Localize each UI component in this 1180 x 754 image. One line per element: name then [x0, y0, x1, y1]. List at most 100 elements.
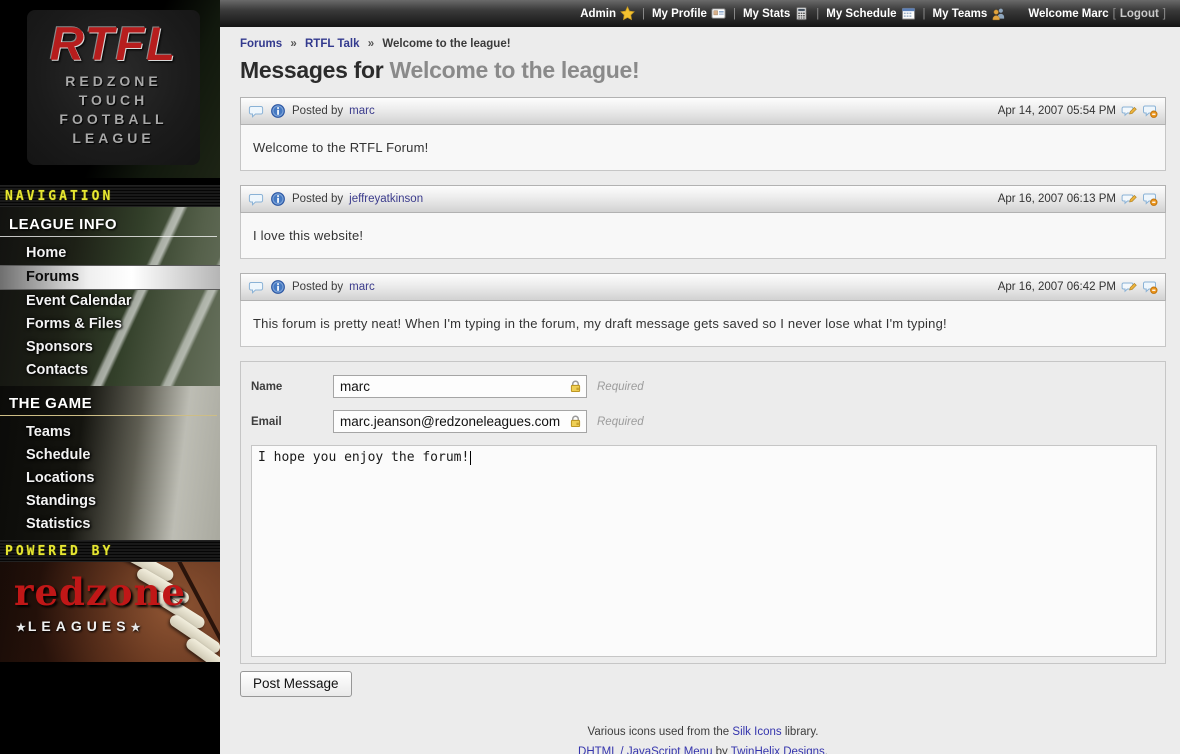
page-title-topic: Welcome to the league!	[390, 57, 640, 83]
topbar-separator: |	[923, 8, 926, 20]
breadcrumb-current: Welcome to the league!	[382, 38, 510, 50]
topbar-my-profile[interactable]: My Profile	[652, 6, 726, 21]
sidebar-item-forums[interactable]: Forums	[0, 265, 220, 290]
message-body: Welcome to the RTFL Forum!	[240, 125, 1166, 171]
delete-message-icon[interactable]	[1142, 279, 1158, 295]
page-title: Messages for Welcome to the league!	[240, 57, 1166, 84]
info-icon[interactable]	[270, 191, 286, 207]
star-icon	[620, 6, 635, 21]
message-body: I love this website!	[240, 213, 1166, 259]
text-caret	[470, 451, 471, 465]
lock-icon	[568, 414, 583, 429]
navigation-banner-label: NAVIGATION	[5, 189, 113, 204]
comment-bubble-icon	[248, 279, 264, 295]
delete-message-icon[interactable]	[1142, 103, 1158, 119]
edit-message-icon[interactable]	[1121, 103, 1137, 119]
twinhelix-link[interactable]: TwinHelix Designs	[731, 746, 825, 754]
breadcrumb-separator: »	[368, 38, 374, 50]
footer-menu-credit: DHTML / JavaScript Menu by TwinHelix Des…	[240, 742, 1166, 754]
sidebar-item-home[interactable]: Home	[0, 242, 220, 265]
sidebar-item-schedule[interactable]: Schedule	[0, 444, 220, 467]
logout-link[interactable]: Logout	[1120, 8, 1159, 20]
posted-by-label: Posted by	[292, 281, 343, 293]
topbar-separator: |	[642, 8, 645, 20]
author-link[interactable]: jeffreyatkinson	[349, 193, 423, 205]
name-input[interactable]	[333, 375, 587, 398]
breadcrumb: Forums » RTFL Talk » Welcome to the leag…	[240, 38, 1166, 50]
welcome-text: Welcome Marc	[1028, 8, 1108, 20]
topbar-admin[interactable]: Admin	[580, 6, 635, 21]
message-post: Posted by jeffreyatkinson Apr 16, 2007 0…	[240, 185, 1166, 259]
breadcrumb-rtfl-talk-link[interactable]: RTFL Talk	[305, 38, 360, 50]
sidebar-item-forms-files[interactable]: Forms & Files	[0, 313, 220, 336]
sidebar-item-teams[interactable]: Teams	[0, 421, 220, 444]
footer-icons-credit: Various icons used from the Silk Icons l…	[240, 722, 1166, 742]
topbar-my-schedule[interactable]: My Schedule	[826, 6, 915, 21]
message-header: Posted by marc Apr 14, 2007 05:54 PM	[240, 97, 1166, 125]
footer: Various icons used from the Silk Icons l…	[240, 722, 1166, 754]
lock-icon	[568, 379, 583, 394]
powered-by-label: POWERED BY	[5, 544, 113, 559]
author-link[interactable]: marc	[349, 105, 375, 117]
timestamp: Apr 16, 2007 06:42 PM	[998, 281, 1116, 293]
required-label: Required	[597, 416, 644, 428]
vcard-icon	[711, 6, 726, 21]
the-game-header: THE GAME	[0, 386, 217, 416]
email-input[interactable]	[333, 410, 587, 433]
comment-bubble-icon	[248, 191, 264, 207]
timestamp: Apr 16, 2007 06:13 PM	[998, 193, 1116, 205]
breadcrumb-forums-link[interactable]: Forums	[240, 38, 282, 50]
rtfl-logo-line: LEAGUE	[27, 129, 200, 148]
dhtml-menu-link[interactable]: DHTML / JavaScript Menu	[578, 746, 712, 754]
rtfl-logo-line: FOOTBALL	[27, 110, 200, 129]
sidebar-item-locations[interactable]: Locations	[0, 467, 220, 490]
league-info-section: LEAGUE INFO Home Forums Event Calendar F…	[0, 207, 220, 386]
sidebar-item-sponsors[interactable]: Sponsors	[0, 336, 220, 359]
topbar-my-stats[interactable]: My Stats	[743, 6, 809, 21]
message-header: Posted by marc Apr 16, 2007 06:42 PM	[240, 273, 1166, 301]
rtfl-logo-line: TOUCH	[27, 91, 200, 110]
rtfl-logo[interactable]: RTFL REDZONE TOUCH FOOTBALL LEAGUE	[27, 10, 200, 165]
redzone-leagues-logo[interactable]: redzone ★LEAGUES★	[0, 562, 220, 662]
main-content: Forums » RTFL Talk » Welcome to the leag…	[220, 27, 1180, 754]
league-info-header: LEAGUE INFO	[0, 207, 217, 237]
email-row: Email Required	[251, 410, 1159, 433]
edit-message-icon[interactable]	[1121, 191, 1137, 207]
logout-bracket: ]	[1163, 8, 1166, 20]
topbar-separator: |	[816, 8, 819, 20]
sidebar-item-standings[interactable]: Standings	[0, 490, 220, 513]
edit-message-icon[interactable]	[1121, 279, 1137, 295]
info-icon[interactable]	[270, 103, 286, 119]
name-row: Name Required	[251, 375, 1159, 398]
email-label: Email	[251, 416, 333, 428]
topbar-my-teams[interactable]: My Teams	[933, 6, 1007, 21]
logout-bracket: [	[1113, 8, 1116, 20]
sidebar: RTFL REDZONE TOUCH FOOTBALL LEAGUE NAVIG…	[0, 0, 220, 754]
comment-bubble-icon	[248, 103, 264, 119]
rtfl-logo-line: REDZONE	[27, 72, 200, 91]
required-label: Required	[597, 381, 644, 393]
breadcrumb-separator: »	[290, 38, 296, 50]
message-post: Posted by marc Apr 16, 2007 06:42 PM Thi…	[240, 273, 1166, 347]
post-message-button[interactable]: Post Message	[240, 671, 352, 697]
sidebar-item-event-calendar[interactable]: Event Calendar	[0, 290, 220, 313]
leagues-brand-text: ★LEAGUES★	[16, 618, 142, 634]
posted-by-label: Posted by	[292, 105, 343, 117]
sidebar-item-statistics[interactable]: Statistics	[0, 513, 220, 536]
posted-by-label: Posted by	[292, 193, 343, 205]
the-game-section: THE GAME Teams Schedule Locations Standi…	[0, 386, 220, 540]
sidebar-item-contacts[interactable]: Contacts	[0, 359, 220, 382]
delete-message-icon[interactable]	[1142, 191, 1158, 207]
silk-icons-link[interactable]: Silk Icons	[732, 726, 781, 738]
author-link[interactable]: marc	[349, 281, 375, 293]
info-icon[interactable]	[270, 279, 286, 295]
powered-by-banner: POWERED BY	[0, 540, 220, 562]
topbar-separator: |	[733, 8, 736, 20]
timestamp: Apr 14, 2007 05:54 PM	[998, 105, 1116, 117]
calculator-icon	[794, 6, 809, 21]
navigation-banner: NAVIGATION	[0, 185, 220, 207]
logo-area: RTFL REDZONE TOUCH FOOTBALL LEAGUE	[0, 0, 220, 178]
name-label: Name	[251, 381, 333, 393]
message-textarea[interactable]: I hope you enjoy the forum!	[251, 445, 1157, 657]
group-icon	[991, 6, 1006, 21]
